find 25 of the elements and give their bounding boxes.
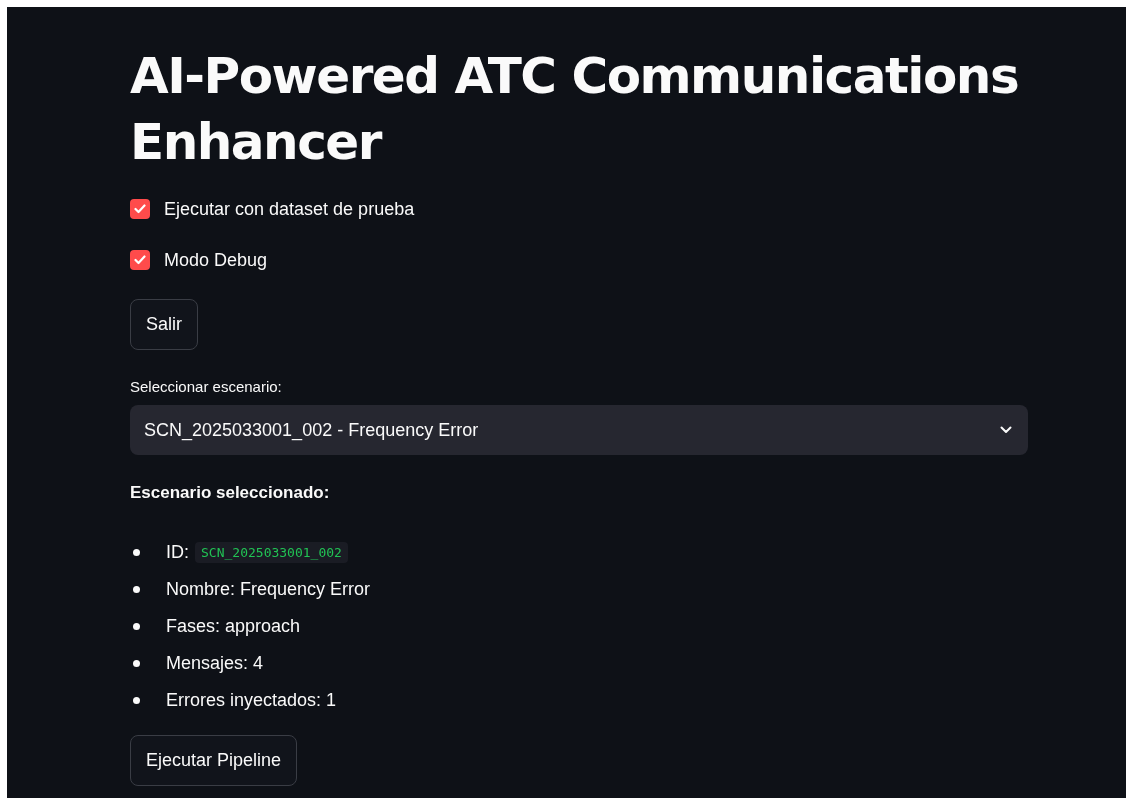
- detail-text: Errores inyectados: 1: [166, 689, 337, 711]
- checkbox-label: Ejecutar con dataset de prueba: [164, 198, 415, 220]
- detail-text: Nombre: Frequency Error: [166, 578, 371, 600]
- bullet-icon: [133, 622, 140, 630]
- chevron-down-icon: [1000, 426, 1012, 434]
- checkbox[interactable]: [130, 250, 150, 270]
- code-value: SCN_2025033001_002: [195, 541, 348, 563]
- checkmark-icon: [134, 204, 146, 214]
- detail-label: ID:: [166, 541, 189, 563]
- scenario-select[interactable]: SCN_2025033001_002 - Frequency Error: [130, 405, 1028, 455]
- bullet-icon: [133, 659, 140, 667]
- section-heading: Escenario seleccionado:: [130, 483, 331, 503]
- detail-text: Mensajes: 4: [166, 652, 264, 674]
- exit-button[interactable]: Salir: [130, 299, 198, 350]
- bullet-icon: [133, 585, 140, 593]
- select-label: Seleccionar escenario:: [130, 378, 283, 395]
- checkbox-label: Modo Debug: [164, 249, 268, 271]
- run-pipeline-button[interactable]: Ejecutar Pipeline: [130, 735, 298, 786]
- checkmark-icon: [134, 255, 146, 265]
- detail-text: Fases: approach: [166, 615, 301, 637]
- select-value: SCN_2025033001_002 - Frequency Error: [144, 419, 479, 441]
- checkbox[interactable]: [130, 199, 150, 219]
- bullet-icon: [133, 548, 140, 556]
- bullet-icon: [133, 696, 140, 704]
- page-title: AI-Powered ATC Communications Enhancer: [130, 46, 1020, 173]
